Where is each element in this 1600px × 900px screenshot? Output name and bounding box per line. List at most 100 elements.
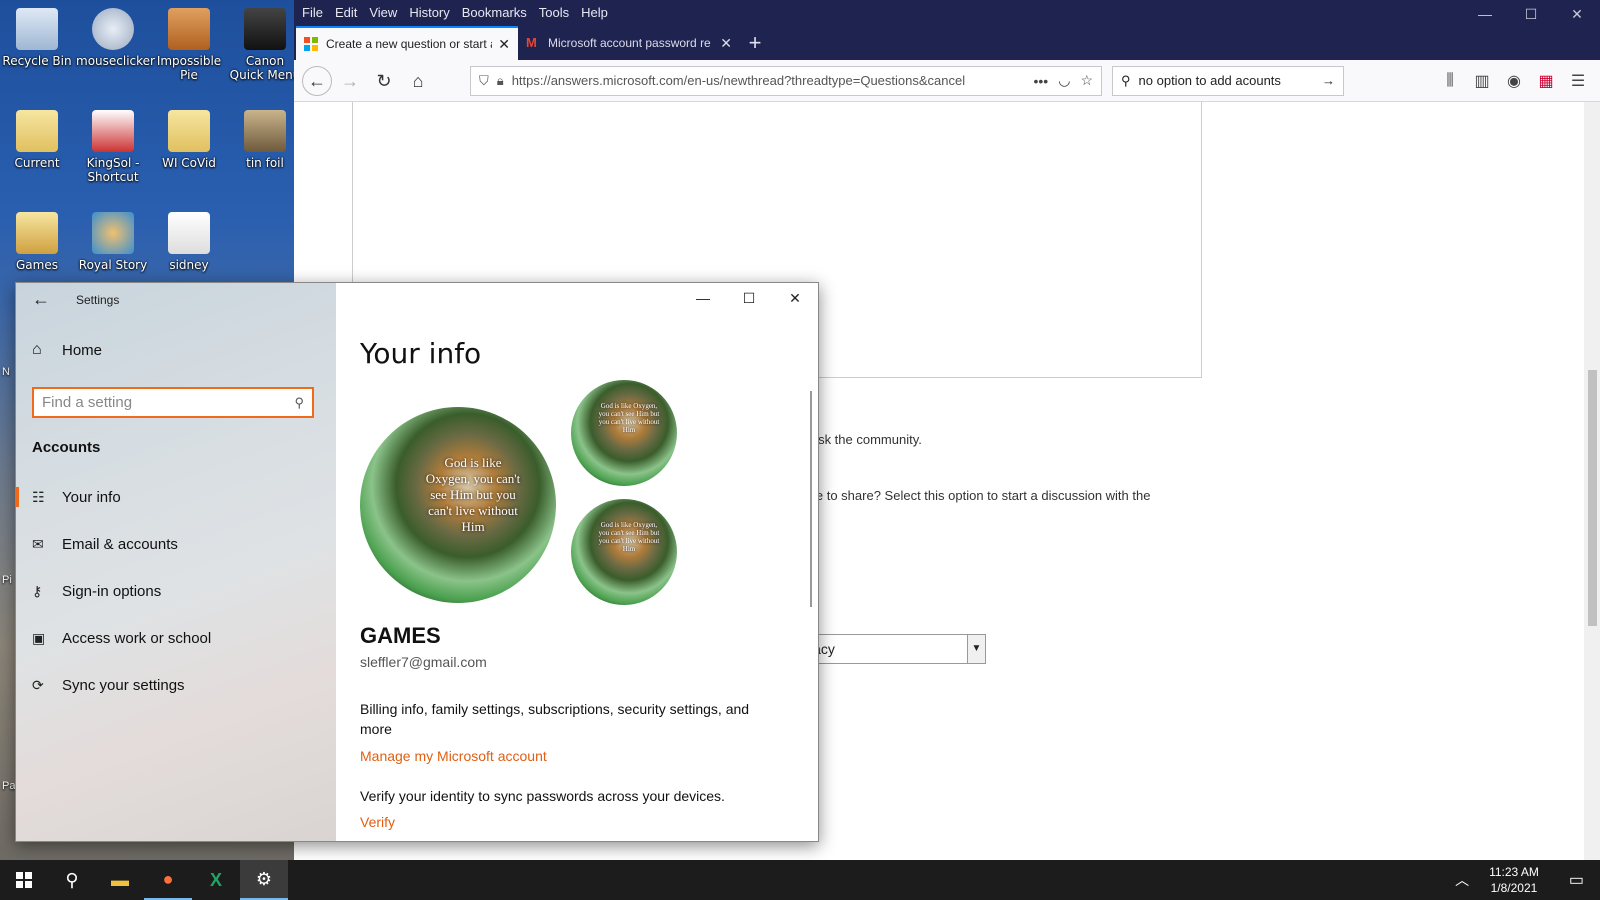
close-icon[interactable]: ✕ bbox=[772, 283, 818, 313]
shield-icon[interactable]: ⛉ bbox=[479, 73, 489, 89]
firefox-button[interactable]: ● bbox=[144, 860, 192, 900]
avatar: God is like Oxygen, you can't see Him bu… bbox=[360, 407, 556, 603]
privacy-select[interactable]: ivacy ▼ bbox=[794, 634, 986, 664]
page-scrollbar[interactable] bbox=[1584, 102, 1600, 860]
search-text[interactable]: no option to add acounts bbox=[1139, 73, 1322, 88]
forward-button[interactable]: → bbox=[334, 65, 366, 97]
desktop-icon-label: Impossible Pie bbox=[156, 54, 222, 82]
menu-help[interactable]: Help bbox=[581, 5, 608, 20]
avatar-quote: God is like Oxygen, you can't see Him bu… bbox=[598, 402, 660, 434]
mouse-icon bbox=[92, 8, 134, 50]
mail-icon: ✉ bbox=[32, 535, 44, 552]
verify-link[interactable]: Verify bbox=[360, 814, 395, 830]
settings-scrollbar[interactable] bbox=[810, 391, 812, 607]
avatar-option[interactable]: God is like Oxygen, you can't see Him bu… bbox=[571, 499, 677, 605]
home-button[interactable]: ⌂ bbox=[402, 65, 434, 97]
system-tray: ︿ 11:23 AM 1/8/2021 ▭ bbox=[1455, 860, 1600, 900]
chevron-up-icon[interactable]: ︿ bbox=[1455, 870, 1469, 890]
tab-gmail[interactable]: M Microsoft account password re ✕ bbox=[518, 26, 740, 60]
account-icon[interactable]: ◉ bbox=[1498, 71, 1530, 91]
tab-bar: Create a new question or start a ✕ M Mic… bbox=[294, 24, 1600, 60]
url-text[interactable]: https://answers.microsoft.com/en-us/newt… bbox=[512, 73, 1024, 88]
menu-view[interactable]: View bbox=[369, 5, 397, 20]
minimize-icon[interactable]: — bbox=[680, 283, 726, 313]
cards-icon bbox=[92, 110, 134, 152]
extension-icon[interactable]: ▦ bbox=[1530, 71, 1562, 91]
desktop-icon-royal-story[interactable]: Royal Story bbox=[76, 212, 150, 272]
desktop-icon-label: KingSol - Shortcut bbox=[86, 156, 140, 184]
desktop-icon-games[interactable]: Games bbox=[0, 212, 74, 272]
start-button[interactable] bbox=[0, 860, 48, 900]
url-bar[interactable]: ⛉ 🔒︎ https://answers.microsoft.com/en-us… bbox=[470, 65, 1102, 96]
desktop-icon-canon-quick-menu[interactable]: Canon Quick Menu bbox=[228, 8, 302, 82]
file-explorer-button[interactable]: ▬ bbox=[96, 860, 144, 900]
tab-close-icon[interactable]: ✕ bbox=[498, 36, 510, 53]
home-icon: ⌂ bbox=[32, 341, 42, 358]
menu-edit[interactable]: Edit bbox=[335, 5, 357, 20]
game-icon bbox=[168, 8, 210, 50]
bookmark-star-icon[interactable]: ☆ bbox=[1080, 72, 1093, 89]
search-go-icon[interactable]: → bbox=[1322, 73, 1335, 88]
nav-item-access-work-school[interactable]: ▣ Access work or school bbox=[16, 620, 336, 656]
nav-item-email-accounts[interactable]: ✉ Email & accounts bbox=[16, 526, 336, 562]
settings-button[interactable]: ⚙ bbox=[240, 860, 288, 900]
hamburger-menu-icon[interactable]: ☰ bbox=[1562, 71, 1594, 91]
search-bar[interactable]: ⚲ no option to add acounts → bbox=[1112, 65, 1344, 96]
desktop-icon-label: tin foil bbox=[246, 156, 284, 170]
manage-account-link[interactable]: Manage my Microsoft account bbox=[360, 748, 547, 764]
avatar-quote: God is like Oxygen, you can't see Him bu… bbox=[598, 521, 660, 553]
folder-icon bbox=[168, 110, 210, 152]
window-title: Settings bbox=[76, 293, 120, 307]
more-actions-icon[interactable]: ••• bbox=[1034, 73, 1049, 89]
reload-button[interactable]: ↻ bbox=[368, 65, 400, 97]
pocket-icon[interactable]: ◡ bbox=[1058, 72, 1070, 89]
clock[interactable]: 11:23 AM 1/8/2021 bbox=[1489, 864, 1539, 896]
folder-icon bbox=[16, 110, 58, 152]
notifications-icon[interactable]: ▭ bbox=[1569, 870, 1584, 890]
excel-button[interactable]: X bbox=[192, 860, 240, 900]
desktop-icon-wi-covid[interactable]: WI CoVid bbox=[152, 110, 226, 170]
sidebar-icon[interactable]: ▥ bbox=[1466, 71, 1498, 91]
search-button[interactable]: ⚲ bbox=[48, 860, 96, 900]
recycle-bin-icon bbox=[16, 8, 58, 50]
desktop-icon-mouseclicker[interactable]: mouseclicker bbox=[76, 8, 155, 68]
find-setting-input[interactable] bbox=[42, 394, 295, 411]
desktop-icon-tin-foil[interactable]: tin foil bbox=[228, 110, 302, 170]
canon-icon bbox=[244, 8, 286, 50]
tab-answers[interactable]: Create a new question or start a ✕ bbox=[296, 26, 518, 60]
desktop-icon-sidney[interactable]: sidney bbox=[152, 212, 226, 272]
search-icon[interactable]: ⚲ bbox=[294, 395, 304, 411]
scrollbar-thumb[interactable] bbox=[1588, 370, 1597, 626]
menu-history[interactable]: History bbox=[409, 5, 449, 20]
menu-file[interactable]: File bbox=[302, 5, 323, 20]
person-card-icon: ☷ bbox=[32, 488, 45, 505]
menu-bookmarks[interactable]: Bookmarks bbox=[462, 5, 527, 20]
menu-tools[interactable]: Tools bbox=[539, 5, 569, 20]
tab-close-icon[interactable]: ✕ bbox=[720, 35, 732, 52]
nav-item-your-info[interactable]: ☷ Your info bbox=[16, 479, 336, 515]
new-tab-button[interactable]: + bbox=[740, 26, 770, 60]
tab-label: Microsoft account password re bbox=[548, 36, 711, 50]
nav-item-sign-in-options[interactable]: ⚷ Sign-in options bbox=[16, 573, 336, 609]
verify-description: Verify your identity to sync passwords a… bbox=[360, 788, 725, 804]
library-icon[interactable]: ⫼ bbox=[1434, 72, 1466, 90]
minimize-icon[interactable]: — bbox=[1462, 0, 1508, 28]
nav-item-sync-settings[interactable]: ⟳ Sync your settings bbox=[16, 667, 336, 703]
home-nav-item[interactable]: ⌂ Home bbox=[32, 341, 102, 359]
desktop-icon-current[interactable]: Current bbox=[0, 110, 74, 170]
document-icon bbox=[168, 212, 210, 254]
desktop-icon-impossible-pie[interactable]: Impossible Pie bbox=[152, 8, 226, 82]
lock-icon[interactable]: 🔒︎ bbox=[497, 73, 504, 89]
back-button[interactable]: ← bbox=[302, 65, 332, 96]
back-arrow-icon[interactable]: ← bbox=[32, 289, 50, 310]
avatar-option[interactable]: God is like Oxygen, you can't see Him bu… bbox=[571, 380, 677, 486]
nav-label: Sync your settings bbox=[62, 676, 185, 694]
maximize-icon[interactable]: ☐ bbox=[726, 283, 772, 313]
desktop-icon-recycle-bin[interactable]: Recycle Bin bbox=[0, 8, 74, 68]
search-icon: ⚲ bbox=[65, 869, 79, 890]
desktop-icon-kingsol[interactable]: KingSol - Shortcut bbox=[76, 110, 150, 184]
find-setting-search[interactable]: ⚲ bbox=[32, 387, 314, 418]
maximize-icon[interactable]: ☐ bbox=[1508, 0, 1554, 28]
close-icon[interactable]: ✕ bbox=[1554, 0, 1600, 28]
clock-time: 11:23 AM bbox=[1489, 865, 1539, 879]
